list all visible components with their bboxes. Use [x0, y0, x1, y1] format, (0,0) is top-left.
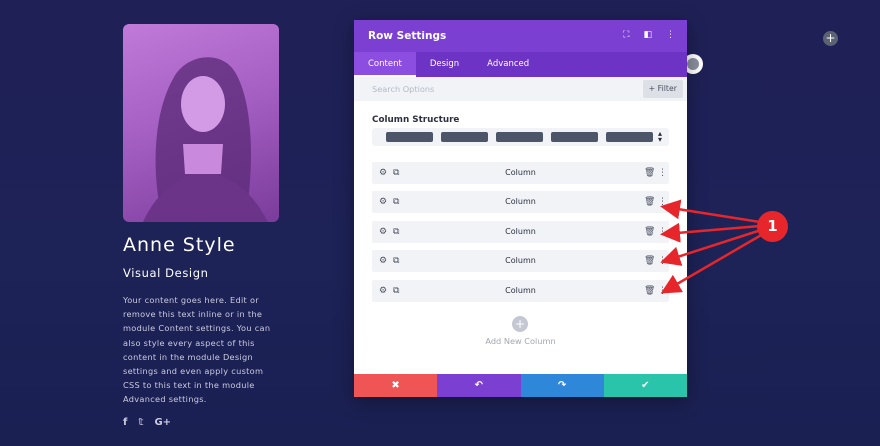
annotation-badge: 1 [757, 211, 788, 242]
arrow [660, 199, 761, 224]
arrow [660, 232, 764, 294]
arrow [660, 222, 761, 243]
arrow [660, 228, 762, 266]
annotation-arrows [660, 199, 764, 294]
